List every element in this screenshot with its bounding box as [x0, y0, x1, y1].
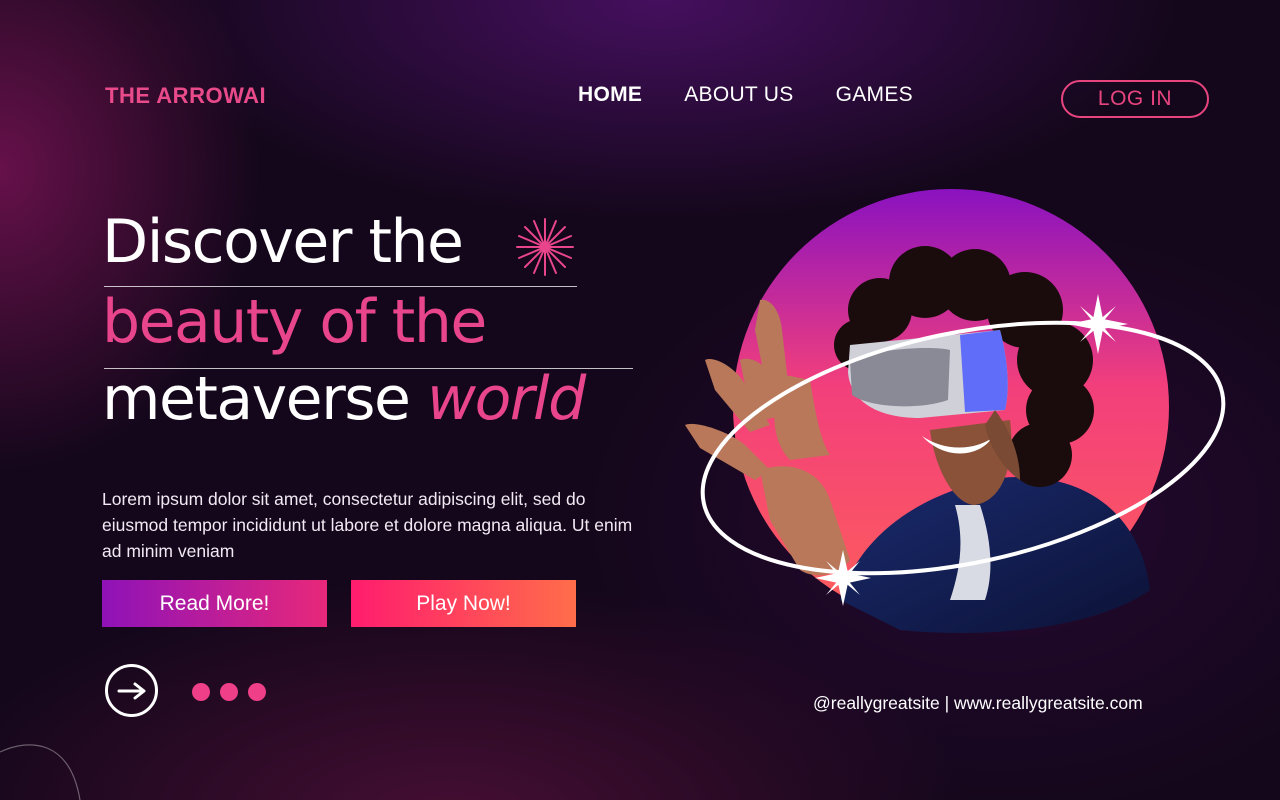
vr-headset-glow	[960, 330, 1008, 412]
footer-social-links[interactable]: @reallygreatsite | www.reallygreatsite.c…	[813, 693, 1143, 714]
hero-illustration	[685, 189, 1226, 634]
